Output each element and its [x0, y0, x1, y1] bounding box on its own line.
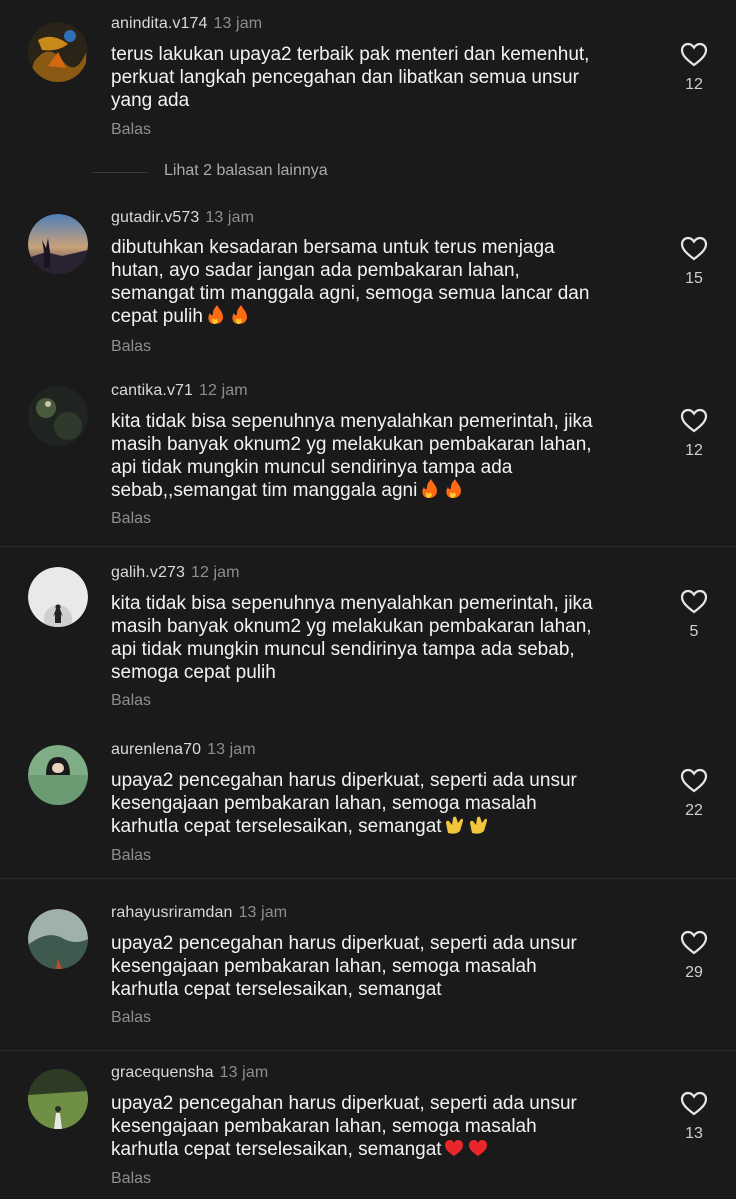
- comment-item: gutadir.v573 13 jam dibutuhkan kesadaran …: [0, 196, 736, 366]
- avatar[interactable]: [28, 214, 88, 274]
- comment-text: upaya2 pencegahan harus diperkuat, seper…: [111, 933, 577, 1000]
- comment-text: kita tidak bisa sepenuhnya menyalahkan p…: [111, 593, 593, 683]
- timestamp: 13 jam: [219, 1064, 269, 1081]
- like-count: 12: [685, 76, 703, 93]
- heart-outline-icon: [680, 42, 708, 67]
- like-button[interactable]: 13: [676, 1091, 712, 1143]
- heart-outline-icon: [680, 236, 708, 261]
- fire-emoji-icon: [205, 305, 251, 331]
- reply-button[interactable]: Balas: [111, 338, 151, 356]
- comment-item: gracequensha 13 jam upaya2 pencegahan har…: [0, 1050, 736, 1199]
- timestamp: 13 jam: [205, 209, 255, 226]
- comment-text: upaya2 pencegahan harus diperkuat, seper…: [111, 769, 651, 841]
- avatar[interactable]: [28, 386, 88, 446]
- red-heart-emoji-icon: [444, 1138, 490, 1164]
- heart-outline-icon: [680, 589, 708, 614]
- like-count: 22: [685, 802, 703, 819]
- view-more-replies-label[interactable]: Lihat 2 balasan lainnya: [164, 162, 328, 180]
- comment-text: kita tidak bisa sepenuhnya menyalahkan p…: [111, 410, 651, 505]
- like-button[interactable]: 5: [676, 589, 712, 641]
- avatar[interactable]: [28, 22, 88, 82]
- like-button[interactable]: 12: [676, 408, 712, 460]
- like-count: 13: [685, 1125, 703, 1142]
- username[interactable]: rahayusriramdan 13 jam: [111, 904, 287, 922]
- timestamp: 13 jam: [238, 904, 288, 921]
- reply-button[interactable]: Balas: [111, 692, 151, 710]
- comment-item: cantika.v71 12 jam kita tidak bisa sepenu…: [0, 370, 736, 544]
- comment-text: upaya2 pencegahan harus diperkuat, seper…: [111, 1092, 651, 1164]
- comment-text: dibutuhkan kesadaran bersama untuk terus…: [111, 236, 651, 331]
- comment-item: aurenlena70 13 jam upaya2 pencegahan haru…: [0, 730, 736, 876]
- reply-button[interactable]: Balas: [111, 121, 151, 139]
- heart-outline-icon: [680, 1091, 708, 1116]
- like-count: 12: [685, 442, 703, 459]
- comment-item: galih.v273 12 jam kita tidak bisa sepenuh…: [0, 546, 736, 726]
- clap-emoji-icon: [444, 815, 490, 841]
- avatar[interactable]: [28, 745, 88, 805]
- like-button[interactable]: 12: [676, 42, 712, 94]
- heart-outline-icon: [680, 408, 708, 433]
- comment-text: terus lakukan upaya2 terbaik pak menteri…: [111, 44, 590, 111]
- timestamp: 12 jam: [199, 382, 248, 399]
- username[interactable]: gracequensha 13 jam: [111, 1064, 268, 1082]
- like-button[interactable]: 15: [676, 236, 712, 288]
- avatar[interactable]: [28, 909, 88, 969]
- avatar[interactable]: [28, 1069, 88, 1129]
- like-button[interactable]: 22: [676, 768, 712, 820]
- timestamp: 12 jam: [190, 564, 240, 581]
- timestamp: 13 jam: [213, 15, 263, 32]
- reply-button[interactable]: Balas: [111, 1009, 151, 1027]
- like-count: 29: [685, 964, 703, 981]
- avatar[interactable]: [28, 567, 88, 627]
- like-count: 15: [685, 270, 703, 287]
- comment-item: anindita.v174 13 jam terus lakukan upaya2…: [0, 0, 736, 150]
- comment-item: rahayusriramdan 13 jam upaya2 pencegahan …: [0, 878, 736, 1050]
- username[interactable]: anindita.v174 13 jam: [111, 15, 262, 33]
- username[interactable]: aurenlena70 13 jam: [111, 741, 256, 759]
- heart-outline-icon: [680, 768, 708, 793]
- like-button[interactable]: 29: [676, 930, 712, 982]
- fire-emoji-icon: [419, 479, 465, 505]
- username[interactable]: gutadir.v573 13 jam: [111, 209, 254, 227]
- username[interactable]: cantika.v71 12 jam: [111, 382, 248, 400]
- heart-outline-icon: [680, 930, 708, 955]
- reply-button[interactable]: Balas: [111, 847, 151, 865]
- reply-button[interactable]: Balas: [111, 1170, 151, 1188]
- username[interactable]: galih.v273 12 jam: [111, 564, 240, 582]
- reply-button[interactable]: Balas: [111, 510, 151, 528]
- divider: [92, 172, 148, 173]
- like-count: 5: [689, 623, 699, 640]
- timestamp: 13 jam: [207, 741, 256, 758]
